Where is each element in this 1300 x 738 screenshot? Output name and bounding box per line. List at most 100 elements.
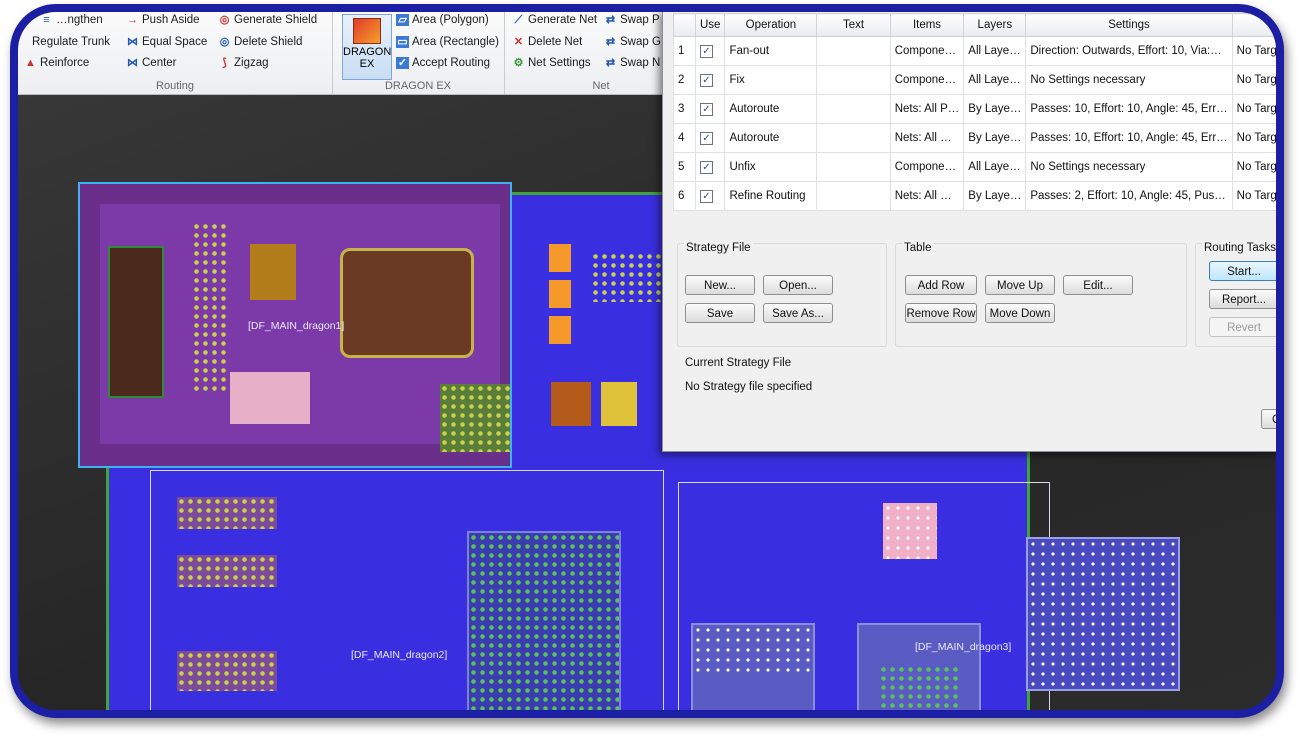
operation-cell[interactable]: Unfix <box>724 152 818 182</box>
push-aside-button[interactable]: → Push Aside <box>126 14 200 26</box>
use-checkbox[interactable]: ✓ <box>694 36 726 66</box>
edit-button[interactable]: Edit... <box>1063 275 1133 295</box>
header-operation[interactable]: Operation <box>724 13 818 37</box>
zigzag-button[interactable]: ⟆ Zigzag <box>218 57 268 69</box>
save-as-button[interactable]: Save As... <box>763 303 833 323</box>
equal-space-button[interactable]: ⋈ Equal Space <box>126 36 207 48</box>
save-button[interactable]: Save <box>685 303 755 323</box>
table-row[interactable]: 3 ✓ Autoroute Nets: All P… By Laye… Pass… <box>673 94 1276 124</box>
bga-u5 <box>440 384 510 452</box>
reinforce-button[interactable]: ▲ Reinforce <box>24 57 89 69</box>
layers-cell[interactable]: By Laye… <box>963 94 1027 124</box>
checkbox-checked-icon[interactable]: ✓ <box>700 160 713 174</box>
add-row-button[interactable]: Add Row <box>905 275 977 295</box>
items-cell[interactable]: Compone… <box>889 36 965 66</box>
delete-shield-button[interactable]: ◎ Delete Shield <box>218 36 303 48</box>
regulate-trunk-button[interactable]: Regulate Trunk <box>32 36 110 48</box>
dragon3-region[interactable]: [DF_MAIN_dragon3] <box>678 482 1050 710</box>
center-button[interactable]: ⋈ Center <box>126 57 177 69</box>
items-cell[interactable]: Nets: All … <box>889 181 965 211</box>
close-button[interactable]: Clo <box>1261 409 1276 429</box>
report-button[interactable]: Report... <box>1209 289 1276 309</box>
use-checkbox[interactable]: ✓ <box>694 152 726 182</box>
settings-cell[interactable]: Direction: Outwards, Effort: 10, Via:… <box>1025 36 1233 66</box>
operation-cell[interactable]: Refine Routing <box>724 181 818 211</box>
swap-gates-button[interactable]: ⇄ Swap G <box>604 36 661 48</box>
table-row[interactable]: 2 ✓ Fix Compone… All Laye… No Settings n… <box>673 65 1276 95</box>
dragon2-region[interactable]: [DF_MAIN_dragon2] <box>150 470 664 710</box>
soc-chip <box>1026 537 1180 691</box>
generate-shield-button[interactable]: ◎ Generate Shield <box>218 14 317 26</box>
swap-nets-button[interactable]: ⇄ Swap N <box>604 57 660 69</box>
checkbox-checked-icon[interactable]: ✓ <box>700 44 713 58</box>
remove-row-button[interactable]: Remove Row <box>905 303 977 323</box>
layers-cell[interactable]: All Laye… <box>963 152 1027 182</box>
targets-cell[interactable]: No Targets <box>1231 152 1276 182</box>
header-items[interactable]: Items <box>889 13 965 37</box>
use-checkbox[interactable]: ✓ <box>694 123 726 153</box>
text-cell[interactable] <box>816 152 891 182</box>
new-button[interactable]: New... <box>685 275 755 295</box>
pads <box>879 665 959 710</box>
header-use[interactable]: Use <box>694 13 726 37</box>
targets-cell[interactable]: No Targets <box>1231 36 1276 66</box>
settings-cell[interactable]: Passes: 10, Effort: 10, Angle: 45, Err… <box>1025 123 1233 153</box>
move-down-button[interactable]: Move Down <box>985 303 1055 323</box>
settings-cell[interactable]: No Settings necessary <box>1025 65 1233 95</box>
targets-cell[interactable]: No Targets <box>1231 65 1276 95</box>
text-cell[interactable] <box>816 123 891 153</box>
layers-cell[interactable]: All Laye… <box>963 65 1027 95</box>
layers-cell[interactable]: By Laye… <box>963 123 1027 153</box>
operation-cell[interactable]: Fix <box>724 65 818 95</box>
table-row[interactable]: 5 ✓ Unfix Compone… All Laye… No Settings… <box>673 152 1276 182</box>
use-checkbox[interactable]: ✓ <box>694 65 726 95</box>
settings-cell[interactable]: No Settings necessary <box>1025 152 1233 182</box>
start-button[interactable]: Start... <box>1209 261 1276 281</box>
items-cell[interactable]: Compone… <box>889 65 965 95</box>
operation-cell[interactable]: Autoroute <box>724 123 818 153</box>
swap-pins-button[interactable]: ⇄ Swap P <box>604 14 660 26</box>
settings-cell[interactable]: Passes: 10, Effort: 10, Angle: 45, Err… <box>1025 94 1233 124</box>
use-checkbox[interactable]: ✓ <box>694 181 726 211</box>
table-row[interactable]: 6 ✓ Refine Routing Nets: All … By Laye… … <box>673 181 1276 211</box>
area-polygon-icon: ▱ <box>396 14 409 26</box>
settings-cell[interactable]: Passes: 2, Effort: 10, Angle: 45, Pus… <box>1025 181 1233 211</box>
move-up-button[interactable]: Move Up <box>985 275 1055 295</box>
strengthen-button[interactable]: ≡ …ngthen <box>40 14 102 26</box>
accept-routing-button[interactable]: ✓ Accept Routing <box>396 57 490 69</box>
operation-cell[interactable]: Fan-out <box>724 36 818 66</box>
use-checkbox[interactable]: ✓ <box>694 94 726 124</box>
table-row[interactable]: 4 ✓ Autoroute Nets: All … By Laye… Passe… <box>673 123 1276 153</box>
checkbox-checked-icon[interactable]: ✓ <box>700 102 713 116</box>
area-rectangle-button[interactable]: ▭ Area (Rectangle) <box>396 36 499 48</box>
open-button[interactable]: Open... <box>763 275 833 295</box>
checkbox-checked-icon[interactable]: ✓ <box>700 189 713 203</box>
targets-cell[interactable]: No Targets <box>1231 94 1276 124</box>
text-cell[interactable] <box>816 181 891 211</box>
targets-cell[interactable]: No Targets <box>1231 181 1276 211</box>
header-targets[interactable] <box>1231 13 1276 37</box>
header-layers[interactable]: Layers <box>963 13 1027 37</box>
revert-button[interactable]: Revert <box>1209 317 1276 337</box>
items-cell[interactable]: Nets: All … <box>889 123 965 153</box>
header-text[interactable]: Text <box>816 13 891 37</box>
text-cell[interactable] <box>816 36 891 66</box>
items-cell[interactable]: Nets: All P… <box>889 94 965 124</box>
area-polygon-button[interactable]: ▱ Area (Polygon) <box>396 14 489 26</box>
layers-cell[interactable]: All Laye… <box>963 36 1027 66</box>
layers-cell[interactable]: By Laye… <box>963 181 1027 211</box>
text-cell[interactable] <box>816 65 891 95</box>
dragon1-region[interactable]: [DF_MAIN_dragon1] <box>78 182 512 468</box>
text-cell[interactable] <box>816 94 891 124</box>
table-row[interactable]: 1 ✓ Fan-out Compone… All Laye… Direction… <box>673 36 1276 66</box>
dragon-ex-button[interactable]: DRAGON EX <box>342 14 392 80</box>
checkbox-checked-icon[interactable]: ✓ <box>700 73 713 87</box>
net-settings-button[interactable]: ⚙ Net Settings <box>512 57 591 69</box>
items-cell[interactable]: Compone… <box>889 152 965 182</box>
generate-net-button[interactable]: ⟋ Generate Net <box>512 14 597 26</box>
targets-cell[interactable]: No Targets <box>1231 123 1276 153</box>
operation-cell[interactable]: Autoroute <box>724 94 818 124</box>
header-settings[interactable]: Settings <box>1025 13 1233 37</box>
checkbox-checked-icon[interactable]: ✓ <box>700 131 713 145</box>
delete-net-button[interactable]: ✕ Delete Net <box>512 36 582 48</box>
